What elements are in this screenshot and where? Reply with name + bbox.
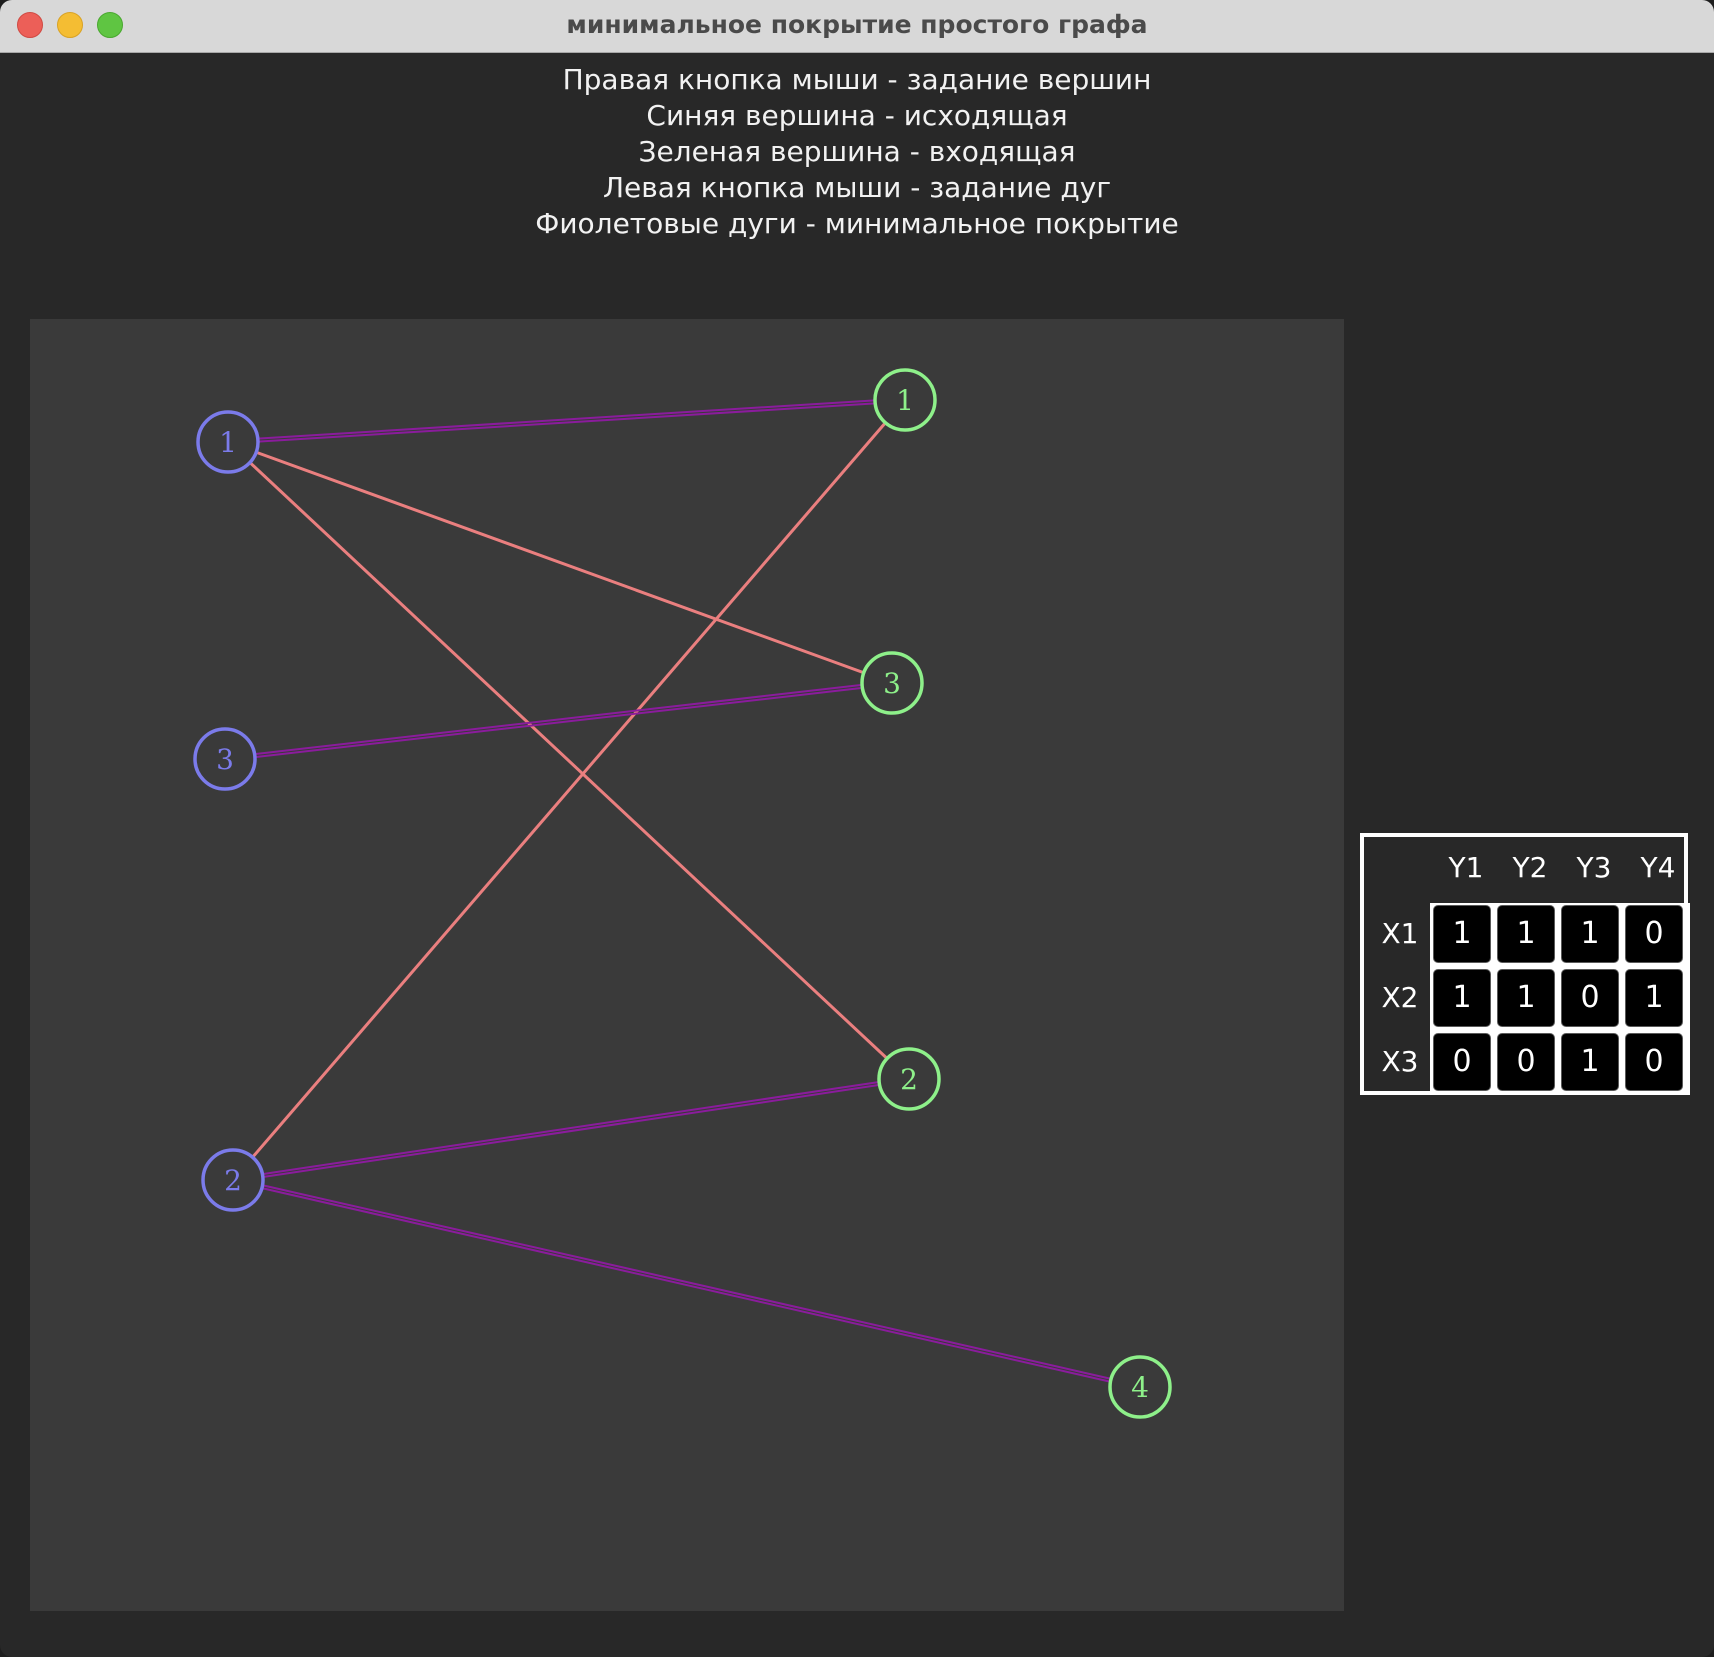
matrix-cell[interactable]: 0: [1433, 1033, 1491, 1091]
matrix-col-header: Y4: [1640, 851, 1676, 884]
instruction-line: Синяя вершина - исходящая: [646, 99, 1068, 132]
target-vertex-Y2[interactable]: 2: [877, 1047, 941, 1111]
edge-X2-Y1: [251, 421, 887, 1159]
matrix-cell[interactable]: 1: [1497, 905, 1555, 963]
app-window: минимальное покрытие простого графа Прав…: [0, 0, 1714, 1657]
matrix-cell[interactable]: 0: [1561, 969, 1619, 1027]
vertex-label: 3: [883, 667, 901, 700]
cover-edge-X3-Y3: [254, 686, 863, 759]
vertex-label: 3: [216, 743, 234, 776]
matrix-row-header: X1: [1381, 917, 1419, 950]
vertex-label: 1: [896, 384, 914, 417]
matrix-col-header: Y2: [1512, 851, 1548, 884]
matrix-cell[interactable]: 1: [1561, 1033, 1619, 1091]
cover-edge-X2-Y4: [262, 1184, 1112, 1380]
cover-edge-X3-Y3: [254, 683, 863, 756]
title-bar: минимальное покрытие простого графа: [0, 0, 1714, 53]
matrix-cell[interactable]: 1: [1497, 969, 1555, 1027]
matrix-cell[interactable]: 1: [1433, 905, 1491, 963]
matrix-cell[interactable]: 1: [1625, 969, 1683, 1027]
matrix-col-header: Y3: [1576, 851, 1612, 884]
instruction-line: Фиолетовые дуги - минимальное покрытие: [535, 207, 1179, 240]
target-vertex-Y1[interactable]: 1: [873, 368, 937, 432]
matrix-col-header: Y1: [1448, 851, 1484, 884]
cover-edge-X2-Y2: [262, 1083, 880, 1179]
cover-edge-X2-Y4: [261, 1187, 1111, 1383]
target-vertex-Y3[interactable]: 3: [860, 651, 924, 715]
vertex-label: 2: [224, 1164, 242, 1197]
instructions: Правая кнопка мыши - задание вершин Синя…: [0, 62, 1714, 242]
matrix-cell[interactable]: 0: [1497, 1033, 1555, 1091]
vertex-label: 1: [219, 426, 237, 459]
source-vertex-X2[interactable]: 2: [201, 1148, 265, 1212]
vertex-label: 2: [900, 1063, 918, 1096]
matrix-cell[interactable]: 0: [1625, 1033, 1683, 1091]
instruction-line: Правая кнопка мыши - задание вершин: [562, 63, 1152, 96]
edge-X1-Y2: [248, 461, 889, 1060]
matrix-row-header: X2: [1381, 981, 1419, 1014]
graph-drawing: 1 2 3 1 2 3 4: [193, 368, 1172, 1419]
cover-edge-X2-Y2: [262, 1080, 880, 1176]
matrix-cell[interactable]: 1: [1433, 969, 1491, 1027]
source-vertex-X3[interactable]: 3: [193, 727, 257, 791]
matrix-cell[interactable]: 1: [1561, 905, 1619, 963]
adjacency-matrix: Y1 Y2 Y3 Y4 X1 X2 X3 1 1 1 0 1 1 0 1 0 0…: [1360, 833, 1690, 1095]
instruction-line: Зеленая вершина - входящая: [638, 135, 1076, 168]
graph-canvas[interactable]: 1 2 3 1 2 3 4: [30, 319, 1344, 1611]
instruction-line: Левая кнопка мыши - задание дуг: [602, 171, 1112, 204]
cover-edge-X1-Y1: [257, 402, 876, 443]
source-vertex-X1[interactable]: 1: [196, 410, 260, 474]
edge-X1-Y3: [255, 450, 865, 675]
target-vertex-Y4[interactable]: 4: [1108, 1355, 1172, 1419]
matrix-cell[interactable]: 0: [1625, 905, 1683, 963]
matrix-row-header: X3: [1381, 1045, 1419, 1078]
cover-edge-X1-Y1: [257, 399, 876, 440]
window-title: минимальное покрытие простого графа: [566, 10, 1148, 39]
vertex-label: 4: [1131, 1371, 1149, 1404]
